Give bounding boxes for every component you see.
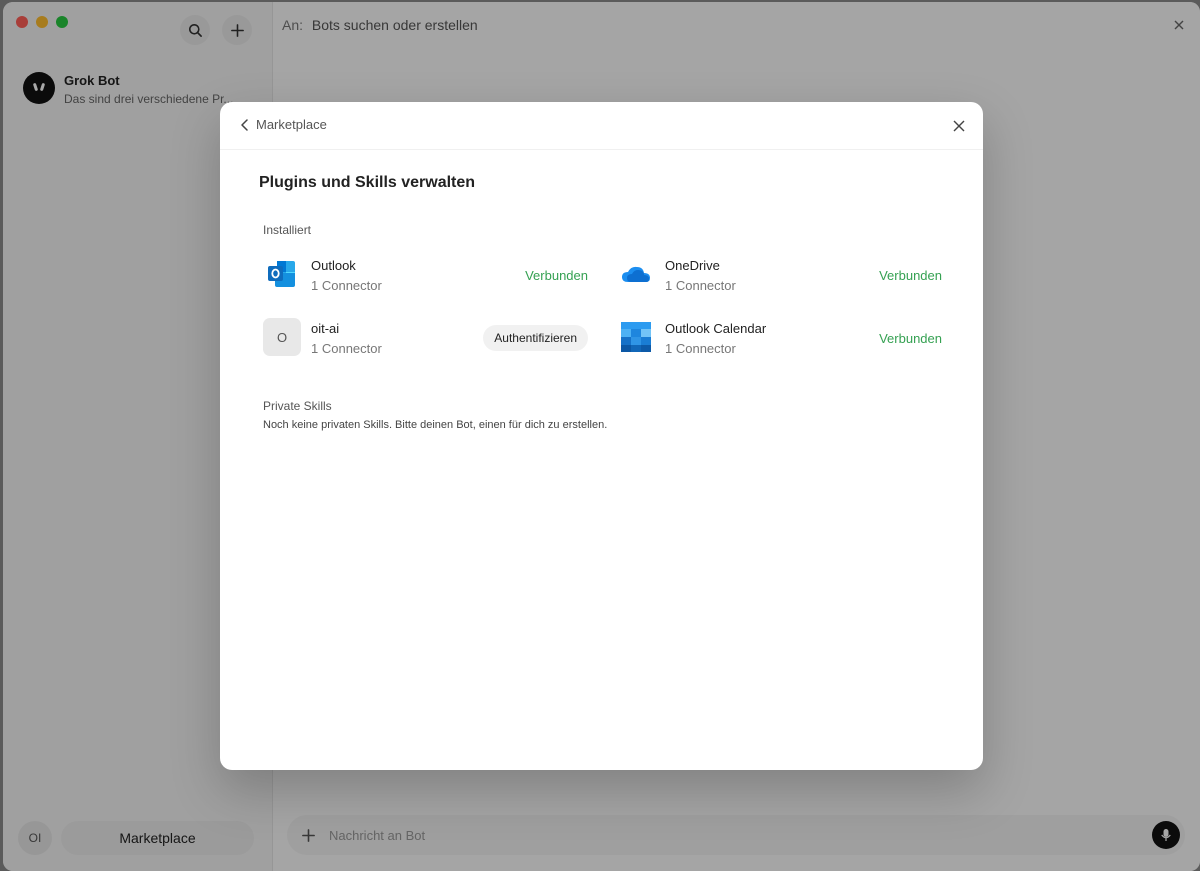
plugin-connector-count: 1 Connector [665, 341, 736, 356]
status-connected: Verbunden [879, 268, 942, 283]
back-to-marketplace-button[interactable]: Marketplace [240, 117, 327, 132]
installed-section-label: Installiert [263, 223, 312, 237]
status-connected: Verbunden [879, 331, 942, 346]
authenticate-button[interactable]: Authentifizieren [483, 325, 588, 351]
dialog-title: Plugins und Skills verwalten [259, 174, 476, 191]
plugin-name: Outlook [311, 258, 356, 273]
status-connected: Verbunden [525, 268, 588, 283]
private-skills-empty-state: Noch keine privaten Skills. Bitte deinen… [263, 419, 608, 431]
plugin-oit-ai[interactable]: O oit-ai 1 Connector Authentifizieren [263, 317, 588, 359]
close-icon [953, 120, 965, 132]
plugin-outlook[interactable]: Outlook 1 Connector Verbunden [263, 254, 588, 296]
outlook-icon [263, 255, 301, 293]
plugin-connector-count: 1 Connector [311, 278, 382, 293]
onedrive-icon [617, 255, 655, 293]
plugin-name: Outlook Calendar [665, 321, 767, 336]
plugin-name: OneDrive [665, 258, 720, 273]
chevron-left-icon [241, 118, 248, 131]
dialog-close-button[interactable] [949, 116, 969, 136]
oit-ai-letter-icon: O [263, 318, 301, 356]
plugin-outlook-calendar[interactable]: Outlook Calendar 1 Connector Verbunden [617, 317, 942, 359]
plugin-onedrive[interactable]: OneDrive 1 Connector Verbunden [617, 254, 942, 296]
plugin-connector-count: 1 Connector [311, 341, 382, 356]
dialog-header: Marketplace [220, 102, 983, 150]
plugins-dialog: Marketplace Plugins und Skills verwalten… [220, 102, 983, 770]
private-skills-label: Private Skills [263, 399, 332, 413]
outlook-calendar-icon [617, 318, 655, 356]
back-label: Marketplace [256, 117, 327, 132]
plugin-connector-count: 1 Connector [665, 278, 736, 293]
plugin-name: oit-ai [311, 321, 340, 336]
